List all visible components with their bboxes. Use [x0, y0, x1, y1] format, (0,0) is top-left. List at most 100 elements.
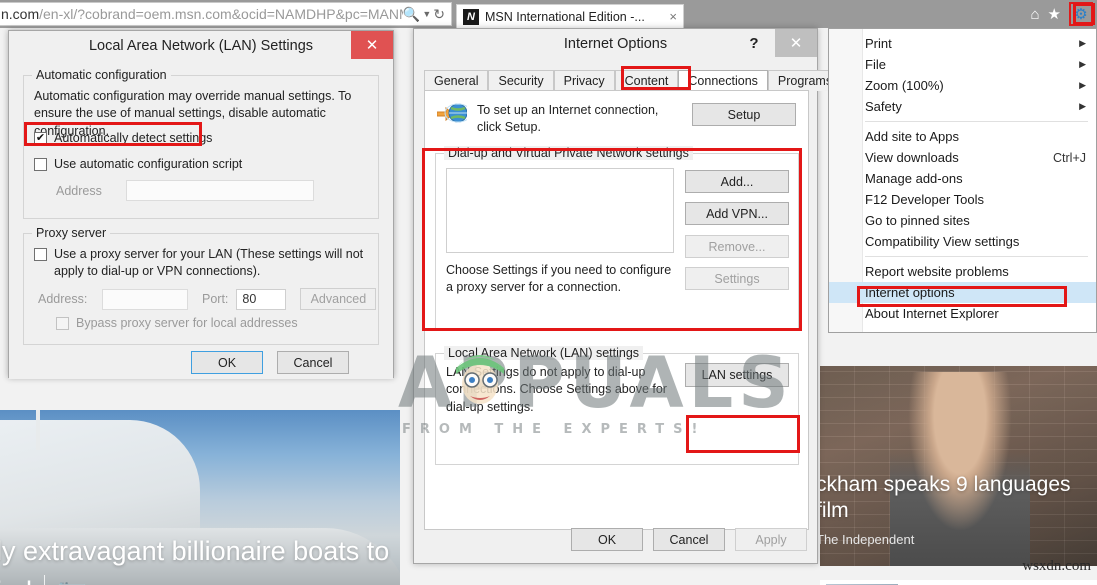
menu-item-label: Go to pinned sites: [865, 213, 970, 228]
news-list-item[interactable]: IS woman accused of letting 'slave' girl…: [820, 580, 1097, 585]
remove-button[interactable]: Remove...: [685, 235, 789, 258]
tab-privacy[interactable]: Privacy: [553, 70, 615, 91]
refresh-icon[interactable]: ↻: [433, 7, 445, 21]
camera-icon: 📷: [57, 577, 87, 585]
menu-item-safety[interactable]: Safety ▶: [829, 96, 1096, 117]
tab-title: MSN International Edition -...: [485, 9, 645, 24]
chevron-down-icon[interactable]: ▼: [422, 9, 431, 19]
divider: [44, 575, 46, 585]
hero-right-source: The Independent: [820, 532, 915, 547]
bypass-proxy-row[interactable]: Bypass proxy server for local addresses: [56, 316, 298, 330]
menu-item-report-website-problems[interactable]: Report website problems: [829, 261, 1096, 282]
menu-item-about-internet-explorer[interactable]: About Internet Explorer: [829, 303, 1096, 324]
tab-label: Programs: [777, 74, 833, 88]
menu-item-print[interactable]: Print ▶: [829, 33, 1096, 54]
use-proxy-checkbox[interactable]: [34, 248, 47, 261]
address-path: /en-xl/?cobrand=oem.msn.com&ocid=NAMDHP&…: [39, 6, 403, 22]
menu-item-manage-add-ons[interactable]: Manage add-ons: [829, 168, 1096, 189]
ok-button[interactable]: OK: [571, 528, 643, 551]
tab-content[interactable]: Content: [614, 70, 679, 91]
favorites-icon[interactable]: ★: [1048, 7, 1061, 22]
menu-item-internet-options[interactable]: Internet options: [829, 282, 1096, 303]
automatic-configuration-group: Automatic configuration Automatic config…: [23, 68, 379, 219]
menu-item-label: Add site to Apps: [865, 129, 959, 144]
apply-button[interactable]: Apply: [735, 528, 807, 551]
use-proxy-row[interactable]: Use a proxy server for your LAN (These s…: [34, 246, 370, 281]
submenu-arrow-icon: ▶: [1079, 101, 1086, 111]
script-address-label: Address: [56, 183, 102, 198]
search-icon[interactable]: 🔍: [403, 7, 420, 21]
internet-connection-icon: [437, 103, 467, 123]
menu-item-label: Internet options: [865, 285, 955, 300]
lan-group-legend: Local Area Network (LAN) settings: [444, 346, 644, 360]
menu-item-shortcut: Ctrl+J: [1053, 150, 1086, 165]
address-bar[interactable]: n.com/en-xl/?cobrand=oem.msn.com&ocid=NA…: [0, 2, 452, 26]
chrome-toolbar-right: ⌂ ★ ⚙: [1030, 2, 1093, 26]
menu-item-label: Print: [865, 36, 892, 51]
lan-hint: LAN Settings do not apply to dial-up con…: [446, 365, 667, 414]
menu-item-label: About Internet Explorer: [865, 306, 999, 321]
tab-general[interactable]: General: [424, 70, 489, 91]
menu-item-label: Manage add-ons: [865, 171, 963, 186]
menu-item-view-downloads[interactable]: View downloads Ctrl+J: [829, 147, 1096, 168]
tools-menu[interactable]: Print ▶ File ▶ Zoom (100%) ▶ Safety ▶ Add site t…: [828, 28, 1097, 333]
menu-item-zoom-100[interactable]: Zoom (100%) ▶: [829, 75, 1096, 96]
tab-security[interactable]: Security: [488, 70, 554, 91]
add-button[interactable]: Add...: [685, 170, 789, 193]
address-input[interactable]: n.com/en-xl/?cobrand=oem.msn.com&ocid=NA…: [0, 6, 403, 22]
tools-gear-button[interactable]: ⚙: [1069, 2, 1093, 26]
internet-options-tabstrip[interactable]: General Security Privacy Content Connections…: [424, 69, 918, 91]
proxy-address-label: Address:: [38, 292, 88, 306]
proxy-server-group: Proxy server Use a proxy server for your…: [23, 226, 379, 345]
menu-item-compatibility-view-settings[interactable]: Compatibility View settings: [829, 231, 1096, 252]
help-button[interactable]: ?: [733, 29, 775, 57]
hero-article-left[interactable]: ly extravagant billionaire boats to ind …: [0, 410, 400, 585]
connections-panel: To set up an Internet connection, click …: [424, 90, 809, 530]
yacht-mast: [36, 410, 40, 450]
hero-article-right[interactable]: ckham speaks 9 languages film The Indepe…: [820, 366, 1097, 566]
tab-connections[interactable]: Connections: [678, 70, 768, 91]
lan-settings-footer: OK Cancel: [191, 351, 349, 374]
hero-left-subline: ind 📷: [0, 575, 87, 585]
browser-tab[interactable]: N MSN International Edition -... ×: [456, 4, 684, 28]
cancel-button[interactable]: Cancel: [653, 528, 725, 551]
script-address-input[interactable]: [126, 180, 314, 201]
add-vpn-button[interactable]: Add VPN...: [685, 202, 789, 225]
address-host: n.com: [1, 6, 40, 22]
submenu-arrow-icon: ▶: [1079, 38, 1086, 48]
cancel-button[interactable]: Cancel: [277, 351, 349, 374]
lan-settings-button[interactable]: LAN settings: [685, 363, 789, 387]
lan-settings-body: Automatic configuration Automatic config…: [9, 61, 393, 379]
lan-settings-title: Local Area Network (LAN) Settings: [88, 38, 314, 54]
proxy-address-row: Address: Port: 80 Advanced: [38, 288, 377, 310]
menu-item-file[interactable]: File ▶: [829, 54, 1096, 75]
menu-item-go-to-pinned-sites[interactable]: Go to pinned sites: [829, 210, 1096, 231]
menu-item-label: Safety: [865, 99, 902, 114]
proxy-address-input[interactable]: [102, 288, 188, 310]
auto-config-script-row[interactable]: Use automatic configuration script: [34, 156, 242, 173]
automatic-configuration-legend: Automatic configuration: [32, 68, 171, 82]
auto-detect-settings-checkbox[interactable]: ✔: [34, 132, 47, 146]
menu-item-add-site-to-apps[interactable]: Add site to Apps: [829, 126, 1096, 147]
proxy-port-input[interactable]: 80: [236, 288, 287, 310]
submenu-arrow-icon: ▶: [1079, 80, 1086, 90]
bypass-proxy-checkbox[interactable]: [56, 316, 69, 330]
setup-button[interactable]: Setup: [692, 103, 796, 126]
auto-config-script-checkbox[interactable]: [34, 158, 47, 172]
close-icon[interactable]: ×: [669, 9, 677, 24]
settings-button[interactable]: Settings: [685, 267, 789, 290]
dialup-group-legend: Dial-up and Virtual Private Network sett…: [444, 146, 693, 160]
tab-label: Privacy: [563, 74, 605, 88]
proxy-advanced-button[interactable]: Advanced: [300, 288, 377, 310]
internet-options-title: Internet Options: [563, 36, 668, 52]
ok-button[interactable]: OK: [191, 351, 263, 374]
menu-item-f12-developer-tools[interactable]: F12 Developer Tools: [829, 189, 1096, 210]
menu-item-label: Report website problems: [865, 264, 1009, 279]
close-button[interactable]: ✕: [775, 29, 817, 57]
close-button[interactable]: ✕: [351, 31, 393, 59]
dialup-connections-list[interactable]: [446, 168, 674, 253]
hero-right-headline: ckham speaks 9 languages film: [820, 473, 1071, 523]
menu-separator: [865, 121, 1088, 122]
home-icon[interactable]: ⌂: [1030, 7, 1039, 22]
auto-detect-settings-row[interactable]: ✔ Automatically detect settings: [34, 130, 212, 147]
